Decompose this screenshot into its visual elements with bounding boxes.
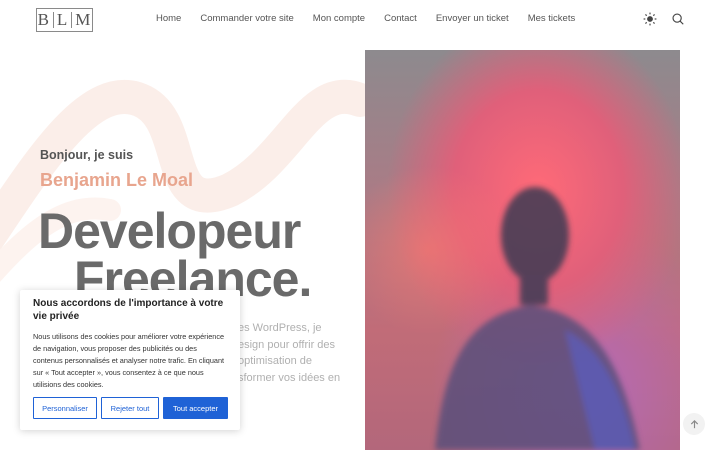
hero-description-line: es WordPress, je	[238, 322, 322, 334]
hero-photo	[365, 50, 680, 450]
cookie-banner-title: Nous accordons de l'importance à votre v…	[33, 298, 224, 322]
nav-item-my-tickets[interactable]: Mes tickets	[528, 13, 576, 24]
reject-all-button[interactable]: Rejeter tout	[101, 397, 159, 419]
search-icon	[672, 13, 684, 25]
customize-cookies-button[interactable]: Personnaliser	[33, 397, 97, 419]
cookie-consent-banner: Nous accordons de l'importance à votre v…	[20, 290, 240, 430]
arrow-up-icon	[690, 419, 698, 428]
main-nav: Home Commander votre site Mon compte Con…	[156, 13, 594, 24]
nav-item-home[interactable]: Home	[156, 13, 181, 24]
cookie-banner-actions: Personnaliser Rejeter tout Tout accepter	[33, 397, 228, 419]
hero-description-line: esign pour offrir des	[238, 338, 336, 351]
nav-item-account[interactable]: Mon compte	[313, 13, 365, 24]
sun-icon	[643, 12, 657, 26]
site-header: B L M Home Commander votre site Mon comp…	[0, 0, 720, 40]
logo-divider	[71, 12, 73, 28]
scroll-to-top-button[interactable]	[683, 413, 705, 435]
nav-item-contact[interactable]: Contact	[384, 13, 417, 24]
hero-description-line: optimisation de	[238, 355, 312, 367]
nav-item-order-site[interactable]: Commander votre site	[200, 13, 293, 24]
cookie-banner-text: Nous utilisons des cookies pour améliore…	[33, 332, 225, 389]
person-silhouette	[435, 187, 640, 450]
hero-description: es WordPress, je esign pour offrir des o…	[238, 320, 340, 386]
logo-letter-l: L	[56, 10, 69, 29]
hero-greeting: Bonjour, je suis	[40, 148, 134, 162]
hero-name: Benjamin Le Moal	[40, 170, 194, 190]
theme-toggle-button[interactable]	[642, 11, 658, 27]
site-logo[interactable]: B L M	[36, 8, 93, 32]
logo-letter-b: B	[37, 10, 50, 29]
hero-description-line: sformer vos idées en	[238, 371, 341, 384]
logo-divider	[52, 12, 54, 28]
nav-item-send-ticket[interactable]: Envoyer un ticket	[436, 13, 509, 24]
search-button[interactable]	[670, 11, 686, 27]
logo-letter-m: M	[75, 10, 92, 29]
accept-all-button[interactable]: Tout accepter	[163, 397, 228, 419]
